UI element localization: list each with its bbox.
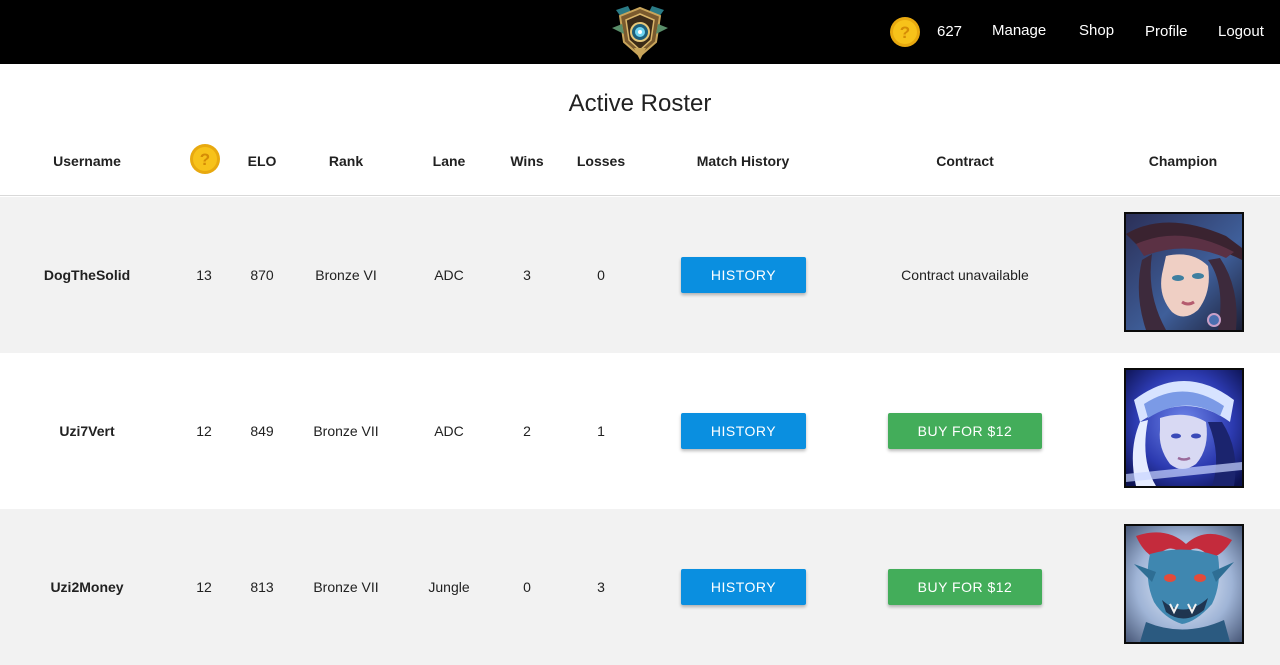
header-contract: Contract bbox=[936, 153, 994, 169]
wins-cell: 2 bbox=[523, 423, 531, 439]
champion-portrait-troll-icon bbox=[1126, 526, 1242, 642]
champion-portrait[interactable] bbox=[1124, 524, 1244, 644]
header-username: Username bbox=[53, 153, 121, 169]
lane-cell: ADC bbox=[434, 267, 464, 283]
losses-cell: 0 bbox=[597, 267, 605, 283]
coins-cell: 12 bbox=[196, 579, 212, 595]
elo-cell: 870 bbox=[250, 267, 274, 283]
coin-column-icon: ? bbox=[190, 144, 220, 174]
elo-cell: 813 bbox=[250, 579, 274, 595]
history-button[interactable]: HISTORY bbox=[681, 257, 806, 293]
header-wins: Wins bbox=[510, 153, 544, 169]
top-navbar: ? 627 Manage Shop Profile Logout bbox=[0, 0, 1280, 64]
elo-cell: 849 bbox=[250, 423, 274, 439]
table-row: Uzi2Money 12 813 Bronze VII Jungle 0 3 H… bbox=[0, 509, 1280, 665]
svg-text:?: ? bbox=[200, 150, 210, 169]
header-rank: Rank bbox=[328, 153, 364, 169]
rank-cell: Bronze VI bbox=[315, 267, 377, 283]
header-elo: ELO bbox=[247, 153, 277, 169]
nav-manage-link[interactable]: Manage bbox=[992, 21, 1046, 41]
header-champion: Champion bbox=[1148, 153, 1218, 169]
nav-profile-link[interactable]: Profile bbox=[1145, 22, 1188, 42]
champion-portrait-hood-icon bbox=[1126, 370, 1242, 486]
losses-cell: 1 bbox=[597, 423, 605, 439]
coins-cell: 13 bbox=[196, 267, 212, 283]
table-row: Uzi7Vert 12 849 Bronze VII ADC 2 1 HISTO… bbox=[0, 353, 1280, 509]
table-header: Username ? ELO Rank Lane Wins Losses Mat… bbox=[0, 130, 1280, 196]
rank-cell: Bronze VII bbox=[313, 423, 379, 439]
wins-cell: 0 bbox=[523, 579, 531, 595]
lane-cell: Jungle bbox=[428, 579, 470, 595]
champion-portrait[interactable] bbox=[1124, 212, 1244, 332]
history-button[interactable]: HISTORY bbox=[681, 413, 806, 449]
buy-contract-button[interactable]: BUY FOR $12 bbox=[888, 413, 1042, 449]
header-match-history: Match History bbox=[696, 153, 790, 169]
lane-cell: ADC bbox=[434, 423, 464, 439]
page-title: Active Roster bbox=[568, 90, 712, 117]
header-losses: Losses bbox=[576, 153, 626, 169]
wins-cell: 3 bbox=[523, 267, 531, 283]
contract-status: Contract unavailable bbox=[901, 267, 1029, 283]
losses-cell: 3 bbox=[597, 579, 605, 595]
rank-emblem-logo-icon[interactable] bbox=[606, 2, 674, 62]
svg-text:?: ? bbox=[900, 23, 910, 42]
nav-shop-link[interactable]: Shop bbox=[1079, 21, 1114, 41]
coin-balance: 627 bbox=[937, 23, 963, 40]
champion-portrait[interactable] bbox=[1124, 368, 1244, 488]
coins-cell: 12 bbox=[196, 423, 212, 439]
header-lane: Lane bbox=[432, 153, 466, 169]
table-row: DogTheSolid 13 870 Bronze VI ADC 3 0 HIS… bbox=[0, 197, 1280, 353]
username-cell: DogTheSolid bbox=[43, 267, 131, 283]
username-cell: Uzi2Money bbox=[50, 579, 124, 595]
nav-logout-link[interactable]: Logout bbox=[1218, 22, 1264, 42]
buy-contract-button[interactable]: BUY FOR $12 bbox=[888, 569, 1042, 605]
champion-portrait-hat-icon bbox=[1126, 214, 1242, 330]
username-cell: Uzi7Vert bbox=[59, 423, 115, 439]
coin-icon: ? bbox=[890, 17, 920, 47]
history-button[interactable]: HISTORY bbox=[681, 569, 806, 605]
rank-cell: Bronze VII bbox=[313, 579, 379, 595]
